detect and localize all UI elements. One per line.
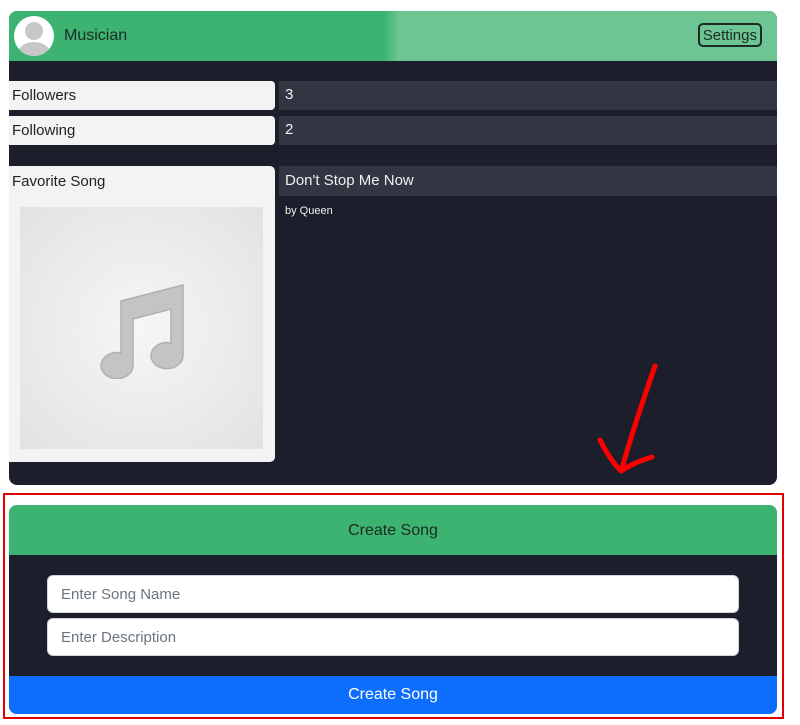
settings-button[interactable]: Settings — [697, 23, 762, 47]
create-song-button[interactable]: Create Song — [9, 676, 777, 714]
following-value: 2 — [279, 116, 777, 145]
favorite-song-label: Favorite Song — [12, 173, 106, 190]
music-note-icon — [100, 284, 184, 379]
followers-value: 3 — [279, 81, 777, 110]
profile-username: Musician — [64, 27, 128, 44]
profile-header: Musician Settings — [9, 11, 777, 61]
album-art — [20, 207, 263, 449]
avatar-icon — [14, 16, 54, 56]
song-artist: by Queen — [285, 205, 333, 217]
song-name-input[interactable] — [47, 575, 739, 613]
favorite-song-panel: Favorite Song — [9, 166, 275, 462]
hand-drawn-arrow-icon — [597, 363, 658, 474]
create-song-form: Create Song Create Song — [9, 505, 777, 714]
song-title-bar: Don't Stop Me Now — [279, 166, 777, 196]
following-label: Following — [9, 116, 275, 145]
song-title: Don't Stop Me Now — [285, 172, 414, 189]
description-input[interactable] — [47, 618, 739, 656]
followers-label: Followers — [9, 81, 275, 110]
create-song-header: Create Song — [9, 505, 777, 555]
